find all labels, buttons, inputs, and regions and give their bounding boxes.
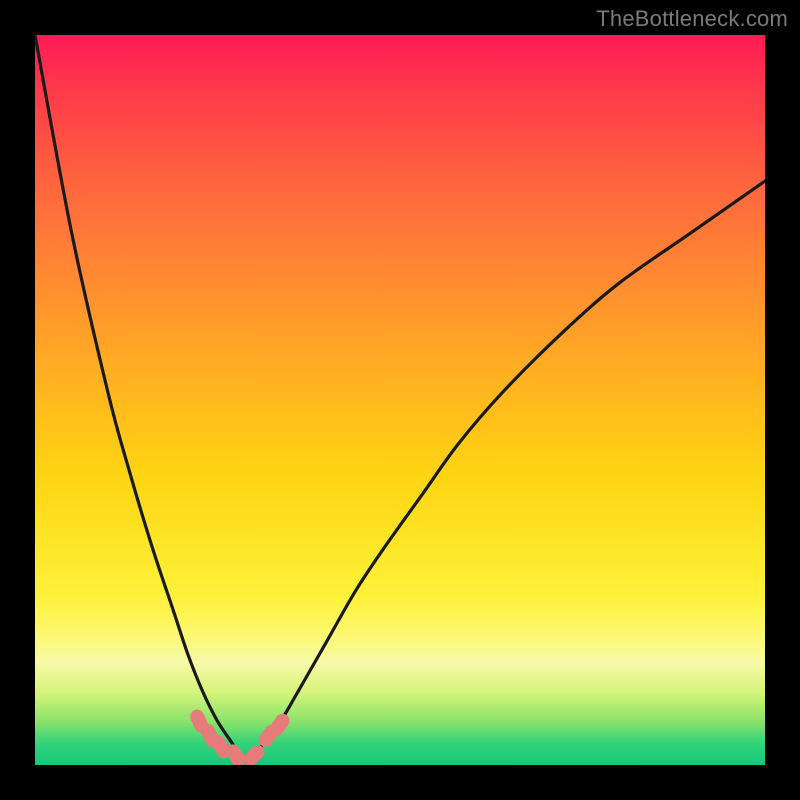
plot-area — [35, 35, 765, 765]
bottleneck-curve-line — [35, 35, 765, 758]
bottleneck-markers — [188, 707, 292, 765]
chart-frame: TheBottleneck.com — [0, 0, 800, 800]
watermark-text: TheBottleneck.com — [596, 6, 788, 32]
bottleneck-chart-svg — [35, 35, 765, 765]
